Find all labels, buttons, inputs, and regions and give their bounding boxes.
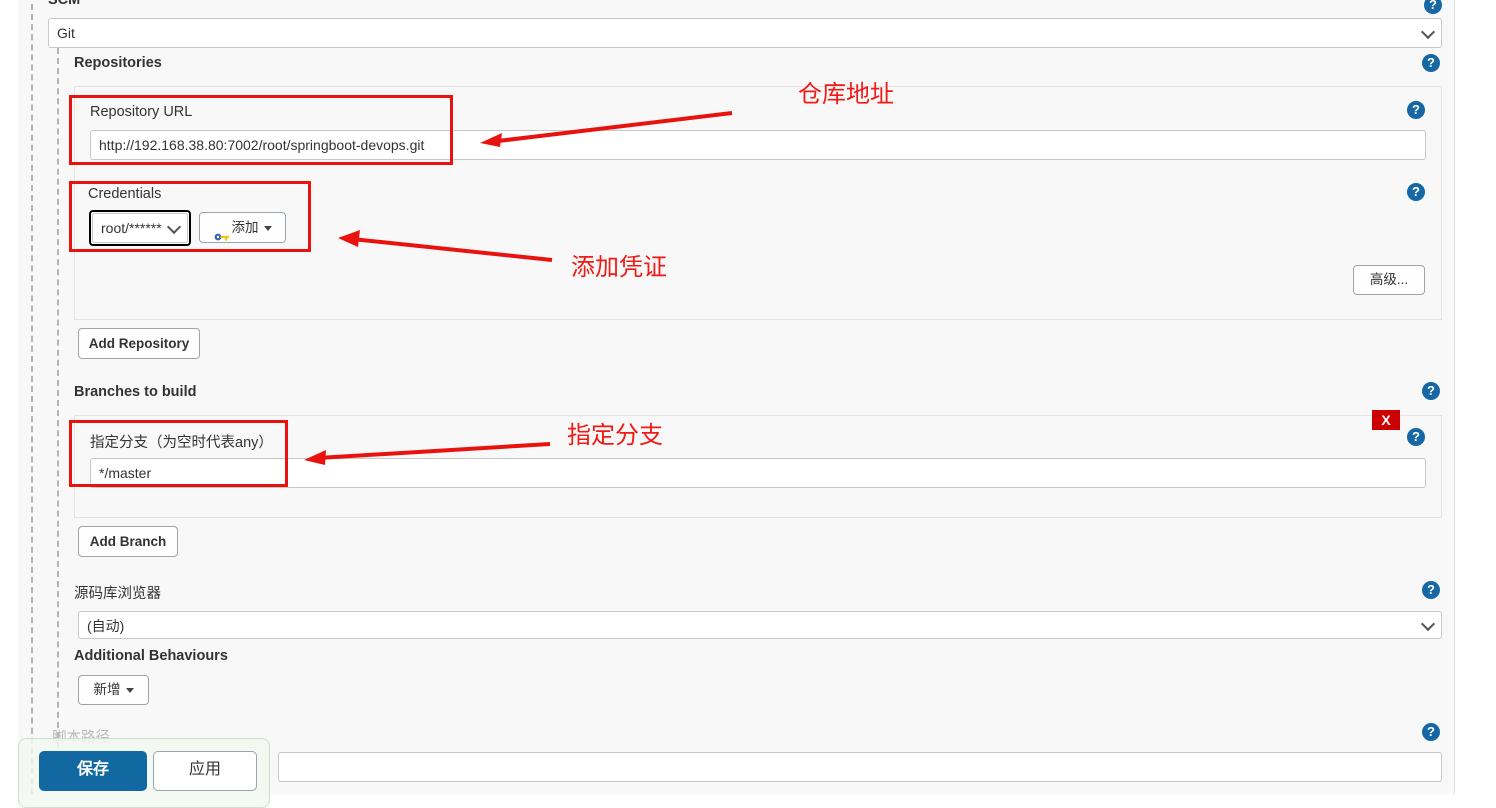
annotation-branch: 指定分支 [567, 422, 663, 449]
credentials-select[interactable]: root/****** [92, 213, 188, 243]
add-behaviour-button[interactable]: 新增 [78, 675, 149, 705]
help-icon-branches[interactable]: ? [1422, 382, 1440, 400]
add-credentials-label: 添加 [231, 220, 259, 235]
chevron-down-icon [263, 225, 272, 231]
annotation-repository-url: 仓库地址 [798, 81, 894, 108]
repository-url-input[interactable] [90, 130, 1426, 160]
scm-section-rail [31, 0, 33, 794]
repository-url-label: Repository URL [90, 104, 193, 120]
save-bar: 保存 应用 [18, 738, 270, 808]
scm-label: SCM [48, 0, 81, 8]
help-icon-repositories[interactable]: ? [1422, 54, 1440, 72]
annotation-arrow-credentials [338, 230, 553, 262]
branches-label: Branches to build [74, 384, 197, 400]
save-button[interactable]: 保存 [39, 751, 147, 791]
chevron-down-icon [1420, 24, 1436, 40]
repo-browser-value: (自动) [87, 618, 125, 634]
chevron-down-icon [1420, 616, 1436, 632]
git-section-rail [57, 48, 59, 748]
jenkins-job-config-page: SCM ? Git Repositories ? Repository URL … [0, 0, 1496, 808]
repository-panel [74, 86, 1442, 320]
add-behaviour-label: 新增 [93, 682, 121, 697]
key-icon [214, 223, 230, 242]
repo-browser-select[interactable]: (自动) [78, 611, 1442, 639]
branch-specifier-label: 指定分支（为空时代表any） [90, 435, 273, 451]
repo-browser-label: 源码库浏览器 [74, 586, 161, 602]
chevron-down-icon [166, 219, 182, 235]
delete-branch-button[interactable]: X [1372, 410, 1400, 430]
repositories-label: Repositories [74, 55, 162, 71]
additional-behaviours-label: Additional Behaviours [74, 648, 228, 664]
annotation-arrow-branch [304, 442, 551, 465]
help-icon-credentials[interactable]: ? [1407, 183, 1425, 201]
annotation-credentials: 添加凭证 [571, 254, 667, 281]
scm-select-value: Git [57, 25, 75, 41]
add-repository-button[interactable]: Add Repository [78, 328, 200, 359]
script-path-input[interactable] [278, 752, 1442, 782]
scm-select[interactable]: Git [48, 18, 1442, 48]
add-credentials-button[interactable]: 添加 [199, 212, 286, 243]
branch-specifier-input[interactable] [90, 458, 1426, 488]
credentials-select-value: root/****** [101, 220, 162, 236]
help-icon-script-path[interactable]: ? [1422, 723, 1440, 741]
apply-button[interactable]: 应用 [153, 751, 257, 791]
annotation-arrow-repository-url [480, 111, 733, 147]
help-icon-repo-browser[interactable]: ? [1422, 581, 1440, 599]
add-branch-button[interactable]: Add Branch [78, 526, 178, 557]
help-icon-branch-specifier[interactable]: ? [1407, 428, 1425, 446]
help-icon-repository-url[interactable]: ? [1407, 101, 1425, 119]
credentials-label: Credentials [88, 186, 162, 202]
advanced-button[interactable]: 高级... [1353, 265, 1425, 295]
chevron-down-icon [125, 687, 134, 693]
